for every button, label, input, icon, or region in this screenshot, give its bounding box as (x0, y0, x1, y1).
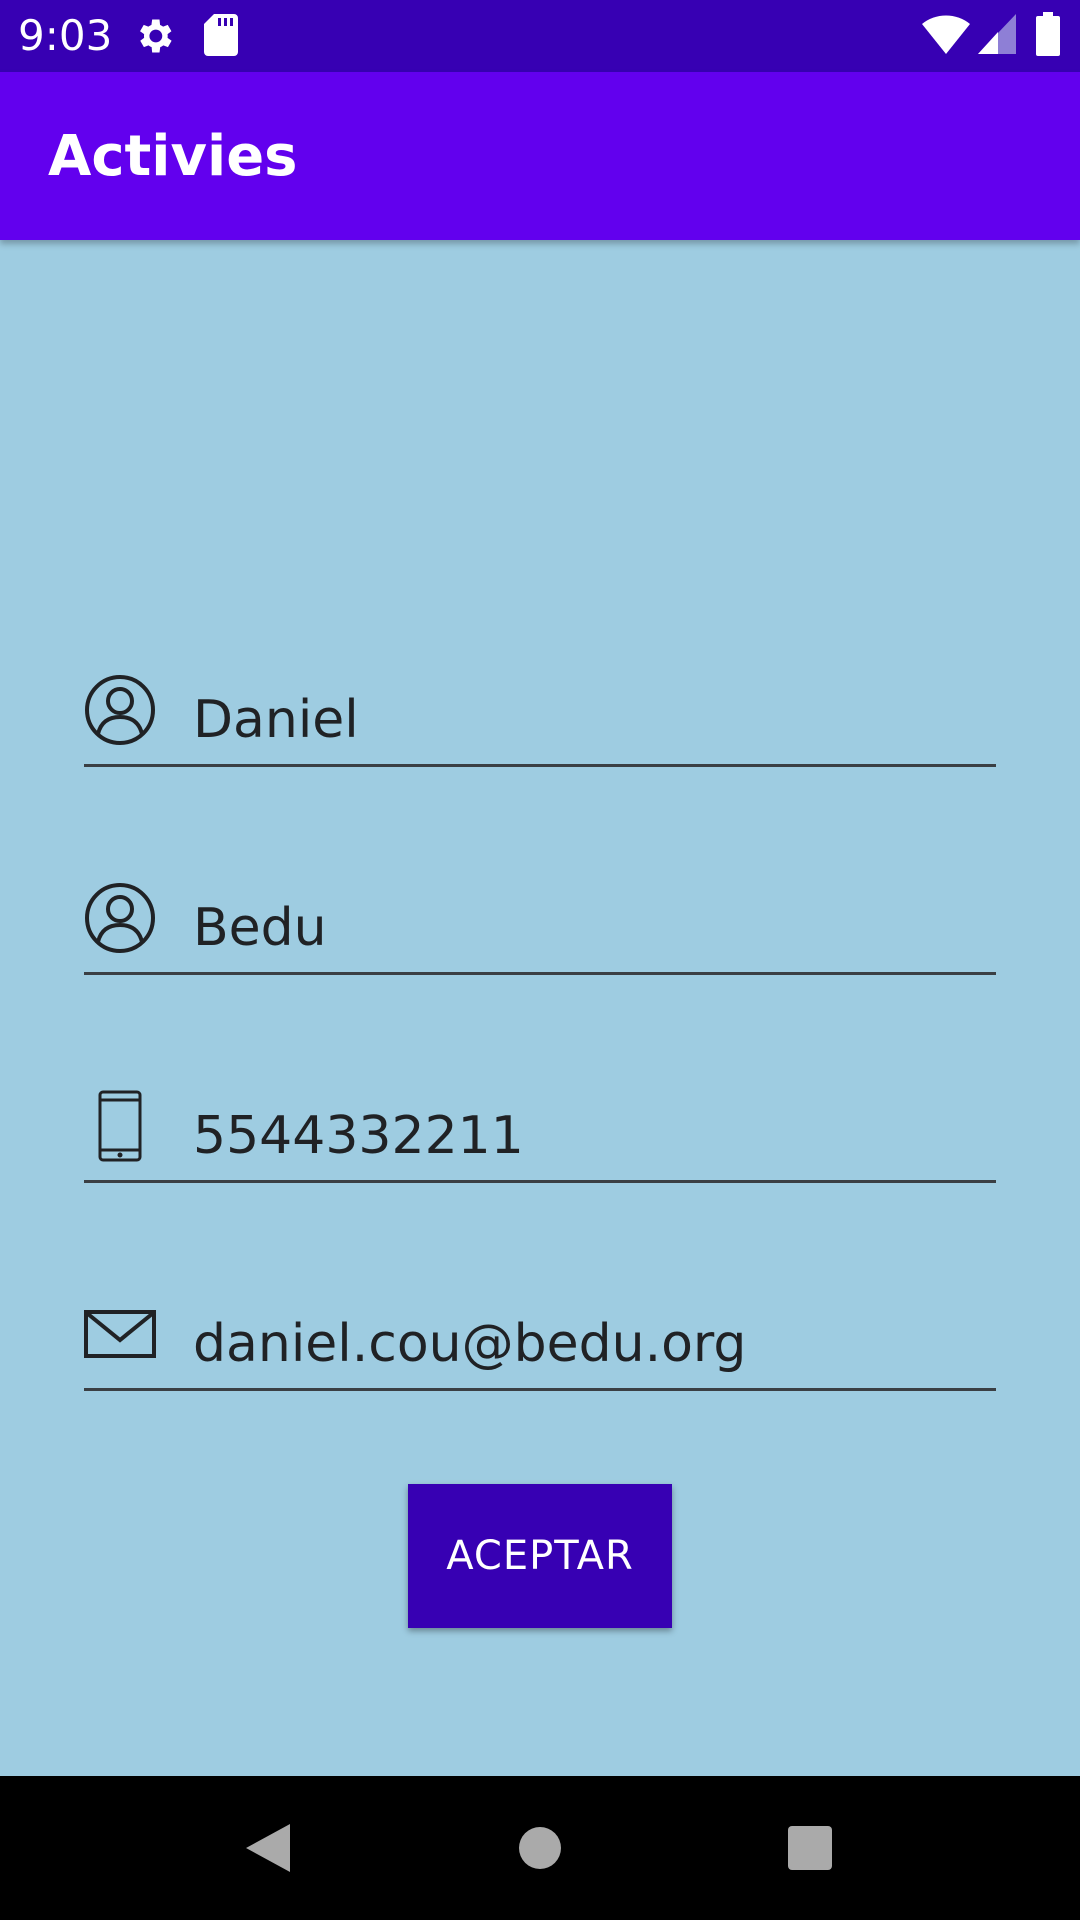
status-time: 9:03 (18, 11, 113, 60)
mail-icon (84, 1298, 156, 1370)
settings-icon (132, 14, 176, 63)
status-bar: 9:03 (0, 0, 1080, 72)
recents-icon[interactable] (740, 1776, 880, 1920)
accept-button[interactable]: ACEPTAR (408, 1484, 672, 1628)
last-name-field[interactable]: Bedu (84, 862, 996, 975)
phone-field[interactable]: 5544332211 (84, 1070, 996, 1183)
battery-icon (1036, 12, 1060, 61)
signal-icon (978, 14, 1016, 59)
back-icon[interactable] (198, 1776, 338, 1920)
person-icon (84, 882, 156, 954)
person-icon (84, 674, 156, 746)
email-field[interactable]: daniel.cou@bedu.org (84, 1278, 996, 1391)
sd-card-icon (204, 14, 238, 61)
home-icon[interactable] (470, 1776, 610, 1920)
app-bar: Activies (0, 72, 1080, 240)
first-name-value: Daniel (193, 690, 359, 750)
email-value: daniel.cou@bedu.org (193, 1314, 747, 1374)
navigation-bar (0, 1776, 1080, 1920)
app-title: Activies (48, 124, 298, 189)
phone-value: 5544332211 (193, 1106, 524, 1166)
wifi-icon (922, 14, 970, 59)
phone-icon (84, 1090, 156, 1162)
first-name-field[interactable]: Daniel (84, 654, 996, 767)
last-name-value: Bedu (193, 898, 327, 958)
